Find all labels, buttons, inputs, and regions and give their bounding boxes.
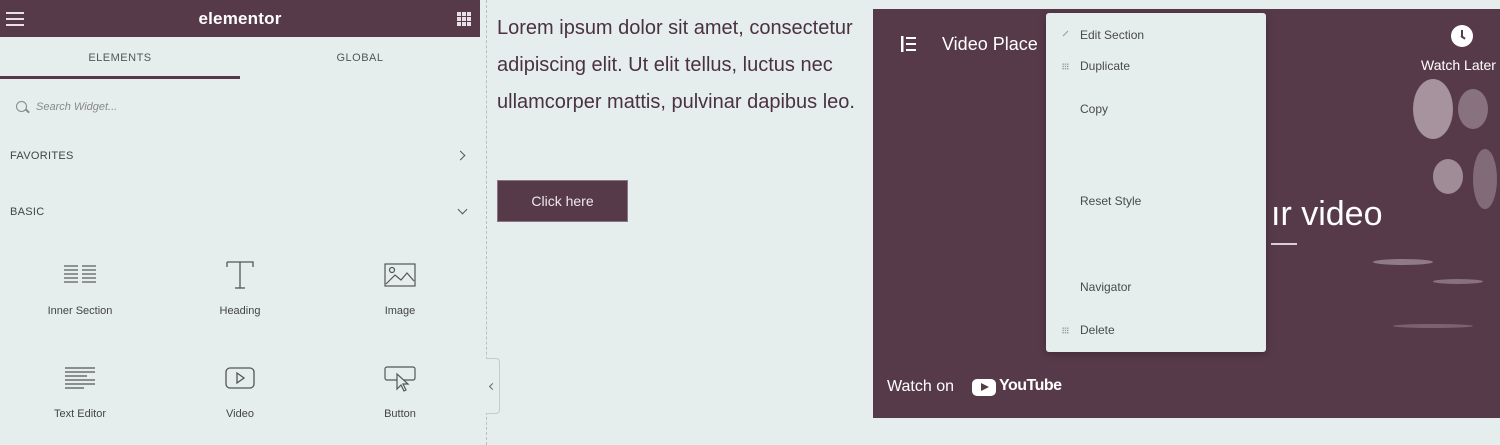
video-icon xyxy=(225,367,255,389)
playlist-icon[interactable] xyxy=(899,34,919,54)
widget-label: Text Editor xyxy=(54,408,106,420)
tab-global[interactable]: GLOBAL xyxy=(240,37,480,79)
lorem-paragraph: Lorem ipsum dolor sit amet, consectetur … xyxy=(497,17,855,113)
panel-tabs: ELEMENTS GLOBAL xyxy=(0,37,480,79)
chevron-down-icon xyxy=(457,204,468,215)
apps-grid-icon[interactable] xyxy=(457,12,471,26)
youtube-wordmark: YouTube xyxy=(999,377,1062,394)
pencil-icon xyxy=(1062,30,1069,37)
menu-item-label: Reset Style xyxy=(1080,194,1142,208)
video-headline: ır video xyxy=(1271,195,1383,233)
context-menu: Edit Section Duplicate Copy Reset Style … xyxy=(1046,13,1266,352)
menu-item-label: Edit Section xyxy=(1080,28,1145,42)
menu-item-copy[interactable]: Copy xyxy=(1046,98,1266,120)
headline-underline xyxy=(1271,243,1297,245)
text-editor-icon xyxy=(65,367,95,389)
category-label: FAVORITES xyxy=(10,150,74,162)
video-title[interactable]: Video Place xyxy=(942,34,1038,55)
widget-label: Video xyxy=(226,408,254,420)
heading-icon xyxy=(226,261,254,289)
elementor-logo: elementor xyxy=(198,9,282,28)
watch-later-label[interactable]: Watch Later xyxy=(1421,57,1496,73)
menu-item-navigator[interactable]: Navigator xyxy=(1046,276,1266,298)
menu-item-reset-style[interactable]: Reset Style xyxy=(1046,190,1266,212)
widget-video[interactable]: Video xyxy=(160,363,320,445)
chevron-right-icon xyxy=(455,150,466,161)
image-icon xyxy=(384,263,416,287)
search-icon xyxy=(16,101,27,112)
widget-label: Inner Section xyxy=(47,305,113,317)
tab-elements[interactable]: ELEMENTS xyxy=(0,37,240,79)
widget-label: Button xyxy=(384,408,416,420)
search-input[interactable] xyxy=(36,97,456,117)
trash-icon xyxy=(1062,327,1069,334)
menu-item-duplicate[interactable]: Duplicate xyxy=(1046,55,1266,77)
category-label: BASIC xyxy=(10,206,45,218)
widget-inner-section[interactable]: Inner Section xyxy=(0,260,160,360)
inner-section-icon xyxy=(64,265,96,283)
youtube-play-icon xyxy=(972,379,996,396)
click-here-button[interactable]: Click here xyxy=(497,180,628,222)
widget-label: Image xyxy=(384,305,416,317)
panel-header: elementor xyxy=(0,0,480,37)
widget-image[interactable]: Image xyxy=(320,260,480,360)
menu-item-label: Delete xyxy=(1080,323,1115,337)
category-favorites[interactable]: FAVORITES xyxy=(0,141,480,173)
duplicate-icon xyxy=(1062,63,1069,70)
active-tab-indicator xyxy=(0,76,240,79)
widget-panel: elementor ELEMENTS GLOBAL FAVORITES BASI… xyxy=(0,0,480,445)
widget-label: Heading xyxy=(219,305,261,317)
collapse-panel-handle[interactable] xyxy=(486,358,500,414)
search-bar xyxy=(0,88,480,126)
clock-icon[interactable] xyxy=(1451,25,1473,47)
menu-item-label: Navigator xyxy=(1080,280,1132,294)
menu-item-label: Duplicate xyxy=(1080,59,1131,73)
widget-button[interactable]: Button xyxy=(320,363,480,445)
menu-item-edit-section[interactable]: Edit Section xyxy=(1046,24,1266,46)
youtube-logo[interactable]: YouTube xyxy=(972,377,1062,397)
widget-text-editor[interactable]: Text Editor xyxy=(0,363,160,445)
button-icon xyxy=(384,366,416,392)
watch-on-label[interactable]: Watch on xyxy=(887,378,954,396)
menu-item-delete[interactable]: Delete xyxy=(1046,319,1266,341)
category-basic[interactable]: BASIC xyxy=(0,197,480,229)
menu-item-label: Copy xyxy=(1080,102,1109,116)
widget-heading[interactable]: Heading xyxy=(160,260,320,360)
